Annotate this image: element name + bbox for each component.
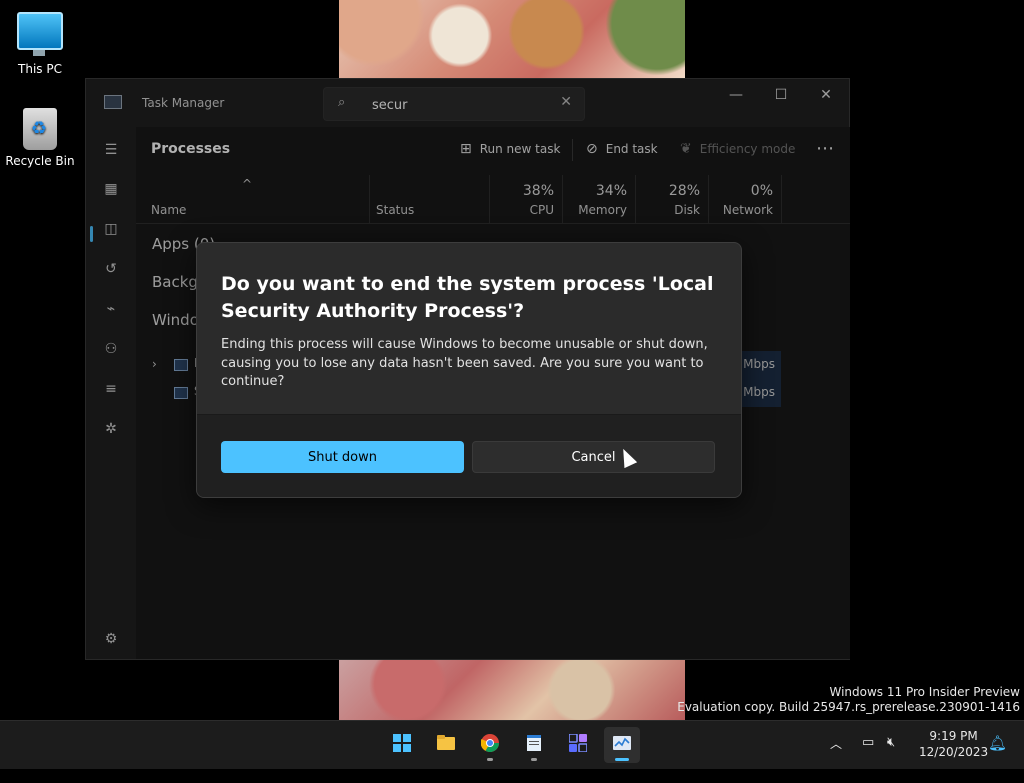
dialog-footer: Shut down Cancel: [197, 414, 741, 497]
cancel-button[interactable]: Cancel: [472, 441, 715, 473]
desktop-icon-recycle-bin[interactable]: Recycle Bin: [0, 108, 80, 168]
file-explorer-icon: [437, 735, 455, 750]
widgets-icon: [569, 734, 587, 752]
widgets-button[interactable]: [560, 727, 596, 763]
end-process-dialog: Do you want to end the system process 'L…: [196, 242, 742, 498]
notepad-button[interactable]: [516, 727, 552, 763]
running-indicator: [487, 758, 493, 761]
wallpaper-bottom: [339, 660, 685, 720]
task-manager-icon: [613, 736, 631, 750]
show-hidden-icons-chevron-up-icon[interactable]: ︿: [830, 735, 842, 783]
chrome-button[interactable]: [472, 727, 508, 763]
file-explorer-button[interactable]: [428, 727, 464, 763]
volume-muted-icon[interactable]: 🔇︎: [887, 735, 895, 783]
dialog-message: Ending this process will cause Windows t…: [221, 337, 708, 389]
watermark-line-1: Windows 11 Pro Insider Preview: [829, 685, 1020, 699]
monitor-icon: [17, 12, 63, 56]
clock[interactable]: 9:19 PM 12/20/2023: [919, 728, 988, 760]
shut-down-button[interactable]: Shut down: [221, 441, 464, 473]
desktop-icon-label: Recycle Bin: [5, 154, 75, 168]
watermark-line-2: Evaluation copy. Build 25947.rs_prerelea…: [677, 700, 1020, 714]
start-icon: [393, 734, 411, 752]
clock-time: 9:19 PM: [929, 729, 978, 743]
taskbar: ︿ ▭ 🔇︎ 9:19 PM 12/20/2023 🔔︎: [0, 720, 1024, 769]
evaluation-watermark: Windows 11 Pro Insider Preview Evaluatio…: [677, 685, 1020, 715]
clock-date: 12/20/2023: [919, 745, 989, 759]
chrome-icon: [481, 734, 499, 752]
task-manager-taskbar-button[interactable]: [604, 727, 640, 763]
desktop-icon-this-pc[interactable]: This PC: [0, 12, 80, 76]
start-button[interactable]: [384, 727, 420, 763]
dialog-title: Do you want to end the system process 'L…: [221, 273, 714, 322]
running-indicator: [615, 758, 629, 761]
desktop-icon-label: This PC: [18, 62, 62, 76]
network-icon[interactable]: ▭: [862, 735, 874, 783]
notepad-icon: [527, 735, 541, 751]
notifications-bell-icon[interactable]: 🔔︎: [988, 734, 1007, 782]
running-indicator: [531, 758, 537, 761]
wallpaper-top: [339, 0, 685, 79]
recycle-bin-icon: [23, 108, 57, 150]
